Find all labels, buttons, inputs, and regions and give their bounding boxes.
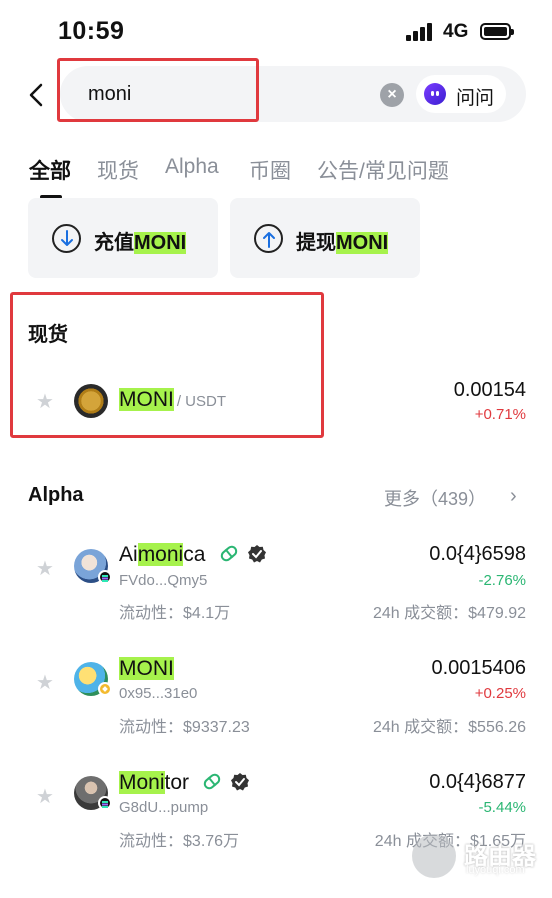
spot-section-title: 现货 xyxy=(28,324,68,346)
alpha-volume: 24h 成交额：$479.92 xyxy=(373,599,526,623)
deposit-icon xyxy=(52,224,81,253)
solana-chain-icon xyxy=(98,570,112,584)
tab-all[interactable]: 全部 xyxy=(29,155,71,185)
symbol-match: MONI xyxy=(119,657,174,680)
liquidity-label: 流动性： xyxy=(119,719,184,736)
withdraw-button[interactable]: 提现MONI xyxy=(230,198,420,278)
symbol-match: moni xyxy=(137,543,184,566)
ai-assistant-icon xyxy=(424,83,446,105)
watermark-logo xyxy=(412,834,456,878)
liquidity-value: $9337.23 xyxy=(183,719,250,736)
alpha-symbol: Monitor xyxy=(119,771,189,795)
alpha-change: -2.76% xyxy=(478,572,526,589)
signal-icon xyxy=(406,23,436,41)
alpha-liquidity: 流动性：$9337.23 xyxy=(119,713,250,737)
alpha-liquidity: 流动性：$3.76万 xyxy=(119,827,239,851)
network-type: 4G xyxy=(443,21,469,42)
star-icon[interactable]: ★ xyxy=(36,784,54,809)
alpha-volume: 24h 成交额：$556.26 xyxy=(373,713,526,737)
tab-crypto-circle[interactable]: 币圈 xyxy=(249,155,291,185)
spot-symbol: MONI xyxy=(119,388,174,411)
deposit-label: 充值MONI xyxy=(94,226,187,255)
star-icon[interactable]: ★ xyxy=(36,556,54,581)
withdraw-label: 提现MONI xyxy=(296,226,389,255)
liquidity-value: $3.76万 xyxy=(183,833,240,850)
alpha-address: 0x95...31e0 xyxy=(119,685,198,702)
deposit-button[interactable]: 充值MONI xyxy=(28,198,218,278)
tab-spot[interactable]: 现货 xyxy=(97,155,139,185)
deposit-verb: 充值 xyxy=(94,232,134,254)
liquidity-label: 流动性： xyxy=(119,833,184,850)
spot-quote: / USDT xyxy=(176,393,226,410)
alpha-symbol: Aimonica xyxy=(119,543,205,567)
watermark: 路由器 luyouqi.com xyxy=(412,834,542,884)
liquidity-value: $4.1万 xyxy=(183,605,231,622)
alpha-liquidity: 流动性：$4.1万 xyxy=(119,599,230,623)
alpha-more-link[interactable]: 更多（439） xyxy=(384,485,486,511)
spot-price: 0.00154 xyxy=(453,379,526,401)
alpha-symbol: MONI xyxy=(119,657,174,681)
tab-alpha[interactable]: Alpha xyxy=(165,155,219,179)
alpha-address: FVdo...Qmy5 xyxy=(119,572,208,589)
withdraw-token: MONI xyxy=(336,232,389,254)
volume-label: 24h 成交额： xyxy=(373,605,469,622)
battery-icon xyxy=(480,23,514,40)
search-annotation-box xyxy=(57,58,259,122)
verified-icon xyxy=(247,544,267,564)
ask-button-label: 问问 xyxy=(456,88,495,109)
tab-announcements[interactable]: 公告/常见问题 xyxy=(317,155,449,185)
symbol-suffix: tor xyxy=(164,771,190,794)
chevron-right-icon[interactable]: › xyxy=(510,485,517,508)
deposit-token: MONI xyxy=(134,232,187,254)
volume-value: $556.26 xyxy=(468,719,526,736)
alpha-price: 0.0015406 xyxy=(431,657,526,679)
clear-icon[interactable]: × xyxy=(380,83,404,107)
spot-change: +0.71% xyxy=(474,406,526,423)
ask-button[interactable]: 问问 xyxy=(416,75,506,113)
withdraw-icon xyxy=(254,224,283,253)
bnb-chain-icon xyxy=(98,682,112,696)
liquidity-label: 流动性： xyxy=(119,605,184,622)
moni-coin-icon xyxy=(74,384,108,418)
volume-label: 24h 成交额： xyxy=(373,719,469,736)
alpha-section-title: Alpha xyxy=(28,484,84,506)
verified-icon xyxy=(230,772,250,792)
status-time: 10:59 xyxy=(58,17,125,45)
alpha-price: 0.0{4}6877 xyxy=(429,771,526,793)
watermark-sub: luyouqi.com xyxy=(466,864,525,876)
alpha-address: G8dU...pump xyxy=(119,799,209,816)
solana-chain-icon xyxy=(98,796,112,810)
withdraw-verb: 提现 xyxy=(296,232,336,254)
symbol-suffix: ca xyxy=(183,543,206,566)
alpha-price: 0.0{4}6598 xyxy=(429,543,526,565)
back-icon[interactable] xyxy=(26,80,50,110)
volume-value: $479.92 xyxy=(468,605,526,622)
spot-pair: MONI / USDT xyxy=(119,388,226,412)
symbol-match: Moni xyxy=(119,771,165,794)
star-icon[interactable]: ★ xyxy=(36,389,54,414)
alpha-change: +0.25% xyxy=(474,685,526,702)
symbol-prefix: Ai xyxy=(119,543,138,566)
star-icon[interactable]: ★ xyxy=(36,670,54,695)
alpha-change: -5.44% xyxy=(478,799,526,816)
